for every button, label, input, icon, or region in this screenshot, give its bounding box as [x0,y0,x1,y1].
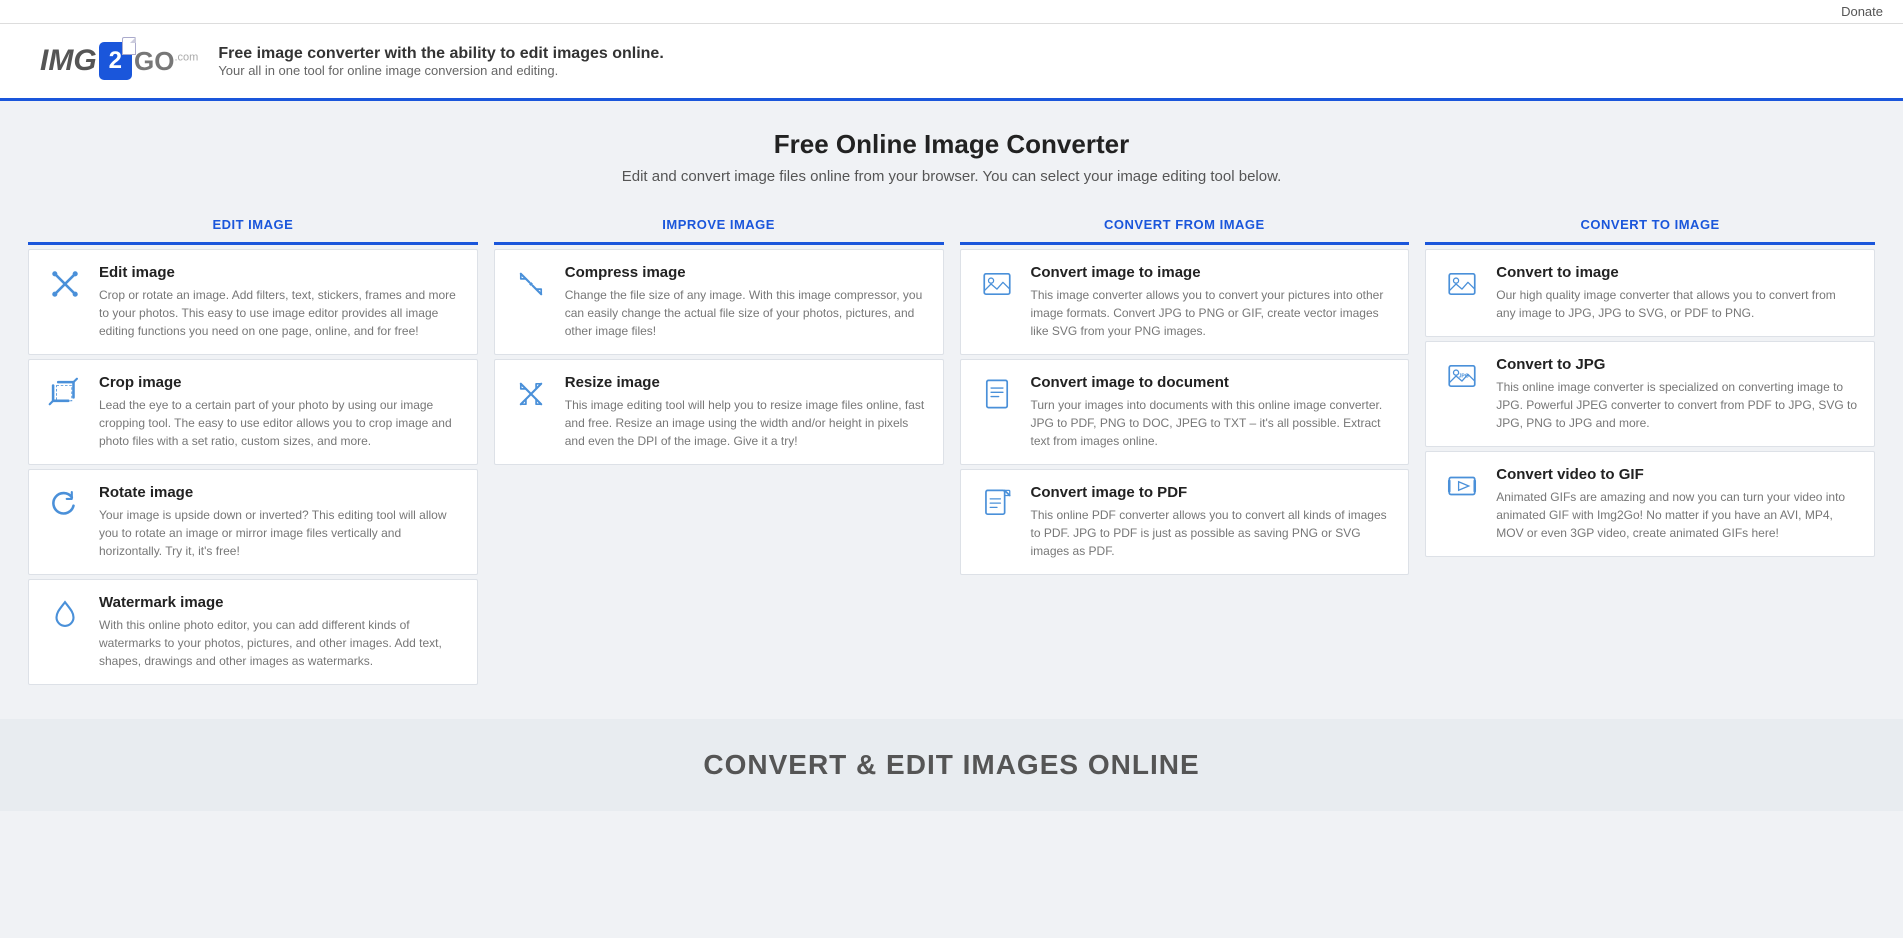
card-edit-image[interactable]: Edit image Crop or rotate an image. Add … [28,249,478,355]
card-crop-image[interactable]: Crop image Lead the eye to a certain par… [28,359,478,465]
card-convert-to-image-content: Convert to image Our high quality image … [1496,264,1858,322]
card-convert-to-jpg-title: Convert to JPG [1496,356,1858,373]
logo-go-text: GO.com [134,46,198,77]
header: IMG 2 GO.com Free image converter with t… [0,24,1903,101]
card-crop-image-content: Crop image Lead the eye to a certain par… [99,374,461,450]
card-convert-img-to-doc-desc: Turn your images into documents with thi… [1031,396,1393,450]
convert-to-jpg-icon: JPG [1442,356,1482,396]
card-rotate-image[interactable]: Rotate image Your image is upside down o… [28,469,478,575]
convert-video-gif-icon [1442,466,1482,506]
card-convert-img-to-img-title: Convert image to image [1031,264,1393,281]
columns-wrapper: EDIT IMAGE Edit image Crop or rotate an … [0,205,1903,719]
card-watermark-image-desc: With this online photo editor, you can a… [99,616,461,670]
logo-2: 2 [99,42,132,80]
card-rotate-image-title: Rotate image [99,484,461,501]
crop-icon [45,374,85,414]
tagline-heading: Free image converter with the ability to… [218,45,663,63]
card-convert-img-to-pdf-content: Convert image to PDF This online PDF con… [1031,484,1393,560]
card-watermark-image[interactable]: Watermark image With this online photo e… [28,579,478,685]
card-convert-to-jpg[interactable]: JPG Convert to JPG This online image con… [1425,341,1875,447]
card-resize-image-desc: This image editing tool will help you to… [565,396,927,450]
footer-banner-title: CONVERT & EDIT IMAGES ONLINE [20,749,1883,781]
column-header-convert-from: CONVERT FROM IMAGE [960,205,1410,245]
convert-to-icon [1442,264,1482,304]
card-resize-image[interactable]: Resize image This image editing tool wil… [494,359,944,465]
card-convert-to-jpg-desc: This online image converter is specializ… [1496,378,1858,432]
logo-img-text: IMG [40,44,97,78]
card-convert-to-image[interactable]: Convert to image Our high quality image … [1425,249,1875,337]
card-convert-img-to-img-desc: This image converter allows you to conve… [1031,286,1393,340]
card-rotate-image-desc: Your image is upside down or inverted? T… [99,506,461,560]
hero-subtitle: Edit and convert image files online from… [20,168,1883,185]
convert-pdf-icon [977,484,1017,524]
column-convert-to-image: CONVERT TO IMAGE Convert to image Our hi… [1417,205,1883,689]
card-crop-image-title: Crop image [99,374,461,391]
column-convert-from-image: CONVERT FROM IMAGE Convert image to imag… [952,205,1418,689]
card-convert-video-to-gif[interactable]: Convert video to GIF Animated GIFs are a… [1425,451,1875,557]
card-compress-image-title: Compress image [565,264,927,281]
edit-icon [45,264,85,304]
watermark-icon [45,594,85,634]
card-convert-img-to-doc-content: Convert image to document Turn your imag… [1031,374,1393,450]
card-convert-img-to-img-content: Convert image to image This image conver… [1031,264,1393,340]
logo[interactable]: IMG 2 GO.com [40,42,198,80]
hero-section: Free Online Image Converter Edit and con… [0,101,1903,205]
card-edit-image-content: Edit image Crop or rotate an image. Add … [99,264,461,340]
card-crop-image-desc: Lead the eye to a certain part of your p… [99,396,461,450]
column-improve-image: IMPROVE IMAGE Compress image Change the … [486,205,952,689]
card-convert-video-to-gif-content: Convert video to GIF Animated GIFs are a… [1496,466,1858,542]
compress-icon [511,264,551,304]
column-header-edit: EDIT IMAGE [28,205,478,245]
top-bar: Donate [0,0,1903,24]
card-resize-image-content: Resize image This image editing tool wil… [565,374,927,450]
card-convert-img-to-pdf[interactable]: Convert image to PDF This online PDF con… [960,469,1410,575]
card-convert-img-to-img[interactable]: Convert image to image This image conver… [960,249,1410,355]
card-convert-img-to-pdf-desc: This online PDF converter allows you to … [1031,506,1393,560]
card-convert-to-image-desc: Our high quality image converter that al… [1496,286,1858,322]
card-convert-video-to-gif-title: Convert video to GIF [1496,466,1858,483]
tagline-sub: Your all in one tool for online image co… [218,63,663,78]
card-rotate-image-content: Rotate image Your image is upside down o… [99,484,461,560]
card-convert-img-to-pdf-title: Convert image to PDF [1031,484,1393,501]
card-convert-img-to-doc-title: Convert image to document [1031,374,1393,391]
column-header-convert-to: CONVERT TO IMAGE [1425,205,1875,245]
card-compress-image[interactable]: Compress image Change the file size of a… [494,249,944,355]
convert-doc-icon [977,374,1017,414]
card-resize-image-title: Resize image [565,374,927,391]
hero-title: Free Online Image Converter [20,129,1883,160]
card-watermark-image-content: Watermark image With this online photo e… [99,594,461,670]
card-convert-to-jpg-content: Convert to JPG This online image convert… [1496,356,1858,432]
convert-image-icon [977,264,1017,304]
column-edit-image: EDIT IMAGE Edit image Crop or rotate an … [20,205,486,689]
resize-icon [511,374,551,414]
header-tagline: Free image converter with the ability to… [218,45,663,78]
card-edit-image-title: Edit image [99,264,461,281]
footer-banner: CONVERT & EDIT IMAGES ONLINE [0,719,1903,811]
card-compress-image-content: Compress image Change the file size of a… [565,264,927,340]
card-convert-to-image-title: Convert to image [1496,264,1858,281]
column-header-improve: IMPROVE IMAGE [494,205,944,245]
svg-text:JPG: JPG [1459,374,1469,380]
card-convert-video-to-gif-desc: Animated GIFs are amazing and now you ca… [1496,488,1858,542]
card-watermark-image-title: Watermark image [99,594,461,611]
donate-link[interactable]: Donate [1841,4,1883,19]
card-compress-image-desc: Change the file size of any image. With … [565,286,927,340]
card-edit-image-desc: Crop or rotate an image. Add filters, te… [99,286,461,340]
card-convert-img-to-doc[interactable]: Convert image to document Turn your imag… [960,359,1410,465]
rotate-icon [45,484,85,524]
